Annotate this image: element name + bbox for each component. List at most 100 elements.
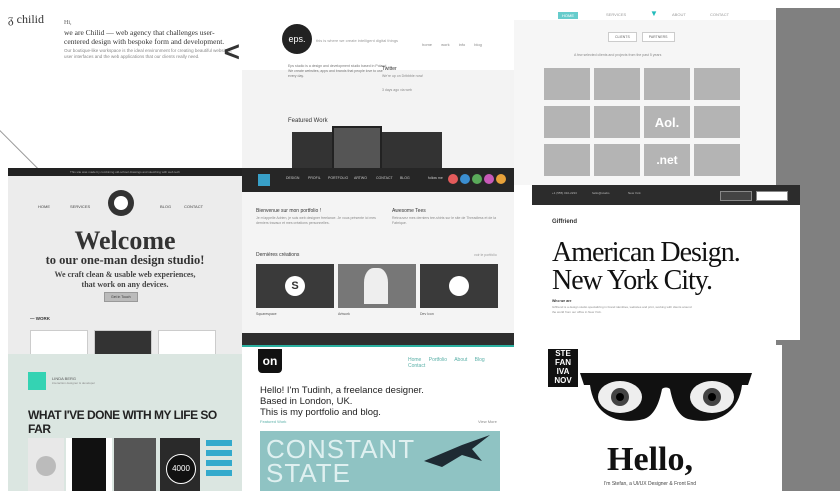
portrait-image	[364, 268, 388, 304]
jet-icon	[424, 435, 490, 467]
giff-phone: +1 (555) 010-2233	[552, 191, 577, 195]
eps-tweet: We're up on Dribbble now!	[382, 74, 424, 78]
eps-logo[interactable]: eps.	[282, 24, 312, 54]
eps-nav: home work info blog	[422, 42, 490, 47]
client-logo[interactable]	[644, 68, 690, 100]
giff-bar-button[interactable]	[720, 191, 752, 201]
client-logo[interactable]	[694, 144, 740, 176]
social-icon[interactable]	[448, 174, 458, 184]
work-thumbnail[interactable]	[158, 330, 216, 354]
tudinh-top-border	[242, 345, 514, 347]
welcome-description: We craft clean & usable web experiences,…	[8, 270, 242, 290]
welcome-nav-contact[interactable]: CONTACT	[184, 204, 203, 209]
stefan-logo[interactable]: STE FAN IVA NOV	[548, 349, 578, 387]
giff-location: New York	[628, 191, 641, 195]
welcome-nav-home[interactable]: HOME	[38, 204, 50, 209]
icon-logo	[449, 276, 469, 296]
tudinh-nav: Home Portfolio About Blog Contact	[408, 357, 514, 369]
tudinh-intro-line3: This is my portfolio and blog.	[260, 407, 381, 418]
tudinh-nav-portfolio[interactable]: Portfolio	[429, 357, 447, 363]
dark-nav-item[interactable]: PORTFOLIO	[328, 176, 348, 180]
dark-awesome-title: Awesome Tees	[392, 208, 426, 214]
eps-nav-info[interactable]: info	[459, 42, 465, 47]
clients-site-screenshot: HOME SERVICES ▼ ABOUT CONTACT CLIENTS PA…	[514, 8, 776, 185]
portfolio-image[interactable]: 4000	[160, 438, 200, 491]
eps-nav-home[interactable]: home	[422, 42, 432, 47]
dark-welcome-text: Je m'appelle Adrien, je suis web designe…	[256, 216, 376, 225]
tudinh-nav-blog[interactable]: Blog	[475, 357, 485, 363]
clients-intro: A few selected clients and projects from…	[574, 53, 662, 57]
giff-who-title: Who we are	[552, 299, 572, 303]
creation-card[interactable]: S	[256, 264, 334, 308]
giff-bar-button[interactable]	[756, 191, 788, 201]
eps-featured-device	[332, 126, 382, 168]
tudinh-nav-contact[interactable]: Contact	[408, 363, 425, 369]
work-thumbnail[interactable]	[30, 330, 88, 354]
client-logo[interactable]	[594, 106, 640, 138]
clients-nav-services[interactable]: SERVICES	[606, 12, 626, 17]
creation-caption: Squarespace	[256, 312, 277, 316]
creation-card[interactable]	[420, 264, 498, 308]
client-logo[interactable]	[544, 68, 590, 100]
tudinh-nav-about[interactable]: About	[454, 357, 467, 363]
side-tag[interactable]	[206, 440, 232, 446]
dark-logo-icon[interactable]	[258, 174, 270, 186]
portfolio-image[interactable]	[66, 438, 112, 491]
tab-clients[interactable]: CLIENTS	[608, 32, 637, 42]
dark-creations-title: Dernières créations	[256, 252, 300, 258]
creation-caption: Dev Icon	[420, 312, 434, 316]
dark-more-link[interactable]: voir le portfolio	[474, 253, 497, 257]
social-icon[interactable]	[496, 174, 506, 184]
side-tag[interactable]	[206, 470, 232, 476]
tudinh-view-more-link[interactable]: View More	[478, 419, 497, 424]
clients-logo-icon[interactable]: ▼	[650, 9, 658, 18]
dark-nav-item[interactable]: BLOG	[400, 176, 410, 180]
client-logo[interactable]	[594, 68, 640, 100]
chilid-arrow-icon[interactable]: <	[224, 36, 240, 68]
dark-nav-item[interactable]: PROFIL	[308, 176, 321, 180]
welcome-work-label: — WORK	[30, 316, 50, 321]
client-logo[interactable]	[544, 106, 590, 138]
eps-nav-blog[interactable]: blog	[474, 42, 482, 47]
portfolio-image[interactable]	[114, 438, 156, 491]
chilid-logo[interactable]: ᵹ chilid	[8, 12, 44, 27]
dark-nav-item[interactable]: DESIGN	[286, 176, 299, 180]
giff-email: hello@studio	[592, 191, 610, 195]
welcome-nav-services[interactable]: SERVICES	[70, 204, 90, 209]
portfolio-image[interactable]	[28, 438, 64, 491]
clients-nav-contact[interactable]: CONTACT	[710, 12, 729, 17]
linda-name-sub: interaction designer & developer	[52, 381, 96, 385]
client-logo-aol[interactable]: Aol.	[644, 106, 690, 138]
eps-twitter-title: Twitter	[382, 66, 397, 72]
monster-logo-icon[interactable]	[108, 190, 134, 216]
eps-nav-work[interactable]: work	[441, 42, 449, 47]
client-logo[interactable]	[594, 144, 640, 176]
tudinh-logo[interactable]: on	[258, 349, 282, 373]
dark-nav-item[interactable]: CONTACT	[376, 176, 393, 180]
get-in-touch-button[interactable]: Get in Touch	[104, 292, 138, 302]
client-logo[interactable]	[694, 106, 740, 138]
clients-tabs: CLIENTS PARTNERS	[608, 32, 679, 42]
creation-card[interactable]	[338, 264, 416, 308]
work-thumbnail[interactable]	[94, 330, 152, 354]
cube-logo-icon[interactable]	[28, 372, 46, 390]
clients-nav-home[interactable]: HOME	[558, 12, 578, 19]
eps-tweet-meta: 3 days ago via web	[382, 88, 412, 92]
client-logo[interactable]	[694, 68, 740, 100]
tudinh-featured-label: Featured Work	[260, 419, 287, 424]
stefan-logo-line: STE	[555, 349, 571, 358]
client-logo-net[interactable]: .net	[644, 144, 690, 176]
social-icon[interactable]	[472, 174, 482, 184]
social-icon[interactable]	[484, 174, 494, 184]
tab-partners[interactable]: PARTNERS	[641, 32, 675, 42]
dark-nav-item[interactable]: ARTWO	[354, 176, 367, 180]
s-logo-icon: S	[285, 276, 305, 296]
social-icon[interactable]	[460, 174, 470, 184]
welcome-nav-blog[interactable]: BLOG	[160, 204, 171, 209]
clients-nav-about[interactable]: ABOUT	[672, 12, 686, 17]
side-tag[interactable]	[206, 460, 232, 466]
side-tag[interactable]	[206, 450, 232, 456]
giff-brand[interactable]: Giffriend	[552, 219, 577, 225]
client-logo[interactable]	[544, 144, 590, 176]
bulb-image	[36, 456, 56, 476]
